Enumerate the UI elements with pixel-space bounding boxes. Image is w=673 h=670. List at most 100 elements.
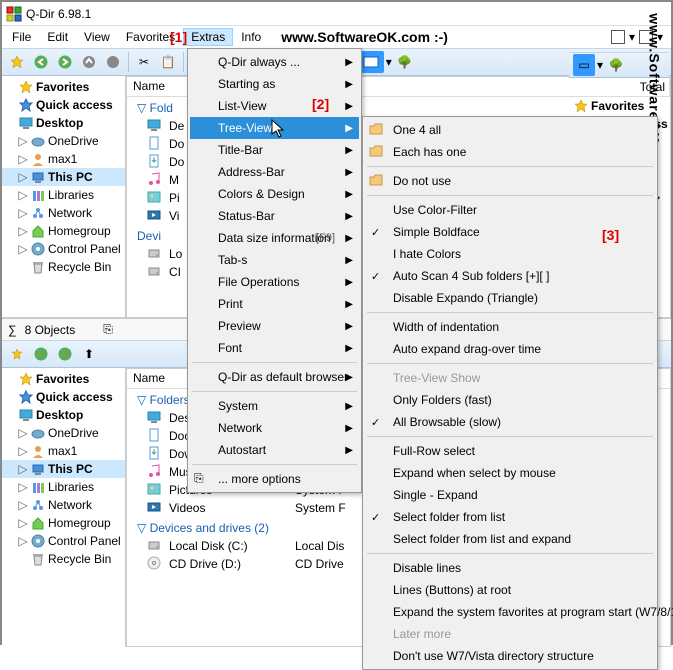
expand-icon[interactable]: ▷	[18, 462, 28, 476]
tree-item-favorites[interactable]: Favorites	[2, 78, 125, 96]
subitem-lines-buttons-at-root[interactable]: Lines (Buttons) at root	[365, 579, 655, 601]
submenu-arrow-icon: ▶	[345, 372, 353, 383]
up-button-2[interactable]: ⬆	[78, 343, 100, 365]
subitem-auto-scan-4-sub-folders-[interactable]: ✓Auto Scan 4 Sub folders [+][ ]	[365, 265, 655, 287]
subitem-expand-the-system-favorites-at[interactable]: Expand the system favorites at program s…	[365, 601, 655, 623]
tree-item-network[interactable]: ▷Network	[2, 204, 125, 222]
subitem-full-row-select[interactable]: Full-Row select	[365, 440, 655, 462]
expand-icon[interactable]: ▷	[18, 498, 28, 512]
subitem-expand-when-select-by-mouse[interactable]: Expand when select by mouse	[365, 462, 655, 484]
subitem-i-hate-colors[interactable]: I hate Colors	[365, 243, 655, 265]
expand-icon[interactable]: ▷	[18, 152, 28, 166]
back-button-2[interactable]	[30, 343, 52, 365]
menu-file[interactable]: File	[4, 28, 39, 46]
tree-item-recycle-bin[interactable]: Recycle Bin	[2, 258, 125, 276]
forward-button[interactable]	[54, 51, 76, 73]
subitem-disable-expando-triangle-[interactable]: Disable Expando (Triangle)	[365, 287, 655, 309]
expand-icon[interactable]: ▷	[18, 134, 28, 148]
expand-icon[interactable]: ▷	[18, 444, 28, 458]
check-icon: ✓	[371, 270, 380, 283]
tree-item-control-panel[interactable]: ▷Control Panel	[2, 240, 125, 258]
subitem-select-folder-from-list-and-ex[interactable]: Select folder from list and expand	[365, 528, 655, 550]
subitem-each-has-one[interactable]: Each has one	[365, 141, 655, 163]
tree-item-max1[interactable]: ▷max1	[2, 442, 125, 460]
menu-address-bar[interactable]: Address-Bar▶	[190, 161, 359, 183]
subitem-one-4-all[interactable]: One 4 all	[365, 119, 655, 141]
menu-status-bar[interactable]: Status-Bar▶	[190, 205, 359, 227]
view-mode-icon-r[interactable]: ▭	[573, 54, 595, 76]
back-button[interactable]	[30, 51, 52, 73]
subitem-disable-lines[interactable]: Disable lines	[365, 557, 655, 579]
expand-icon[interactable]: ▷	[18, 170, 28, 184]
tree-item-max1[interactable]: ▷max1	[2, 150, 125, 168]
tree-item-desktop[interactable]: Desktop	[2, 114, 125, 132]
subitem-auto-expand-drag-over-time[interactable]: Auto expand drag-over time	[365, 338, 655, 360]
status-icon[interactable]: ⎘	[103, 322, 113, 337]
menu-q-dir-always-[interactable]: Q-Dir always ...▶	[190, 51, 359, 73]
expand-icon[interactable]: ▷	[18, 242, 28, 256]
subitem-do-not-use[interactable]: Do not use	[365, 170, 655, 192]
tree-item-libraries[interactable]: ▷Libraries	[2, 186, 125, 204]
tree-item-recycle-bin[interactable]: Recycle Bin	[2, 550, 125, 568]
fav-star-icon-2[interactable]	[6, 343, 28, 365]
tree-item-control-panel[interactable]: ▷Control Panel	[2, 532, 125, 550]
menu-data-size-information[interactable]: Data size information[F9]▶	[190, 227, 359, 249]
subitem-all-browsable-slow-[interactable]: ✓All Browsable (slow)	[365, 411, 655, 433]
refresh-button[interactable]	[102, 51, 124, 73]
subitem-select-folder-from-list[interactable]: ✓Select folder from list	[365, 506, 655, 528]
menu--more-options[interactable]: ⎘... more options	[190, 468, 359, 490]
menu-view[interactable]: View	[76, 28, 118, 46]
subitem-width-of-indentation[interactable]: Width of indentation	[365, 316, 655, 338]
menu-colors-design[interactable]: Colors & Design▶	[190, 183, 359, 205]
subitem-only-folders-fast-[interactable]: Only Folders (fast)	[365, 389, 655, 411]
menu-info[interactable]: Info	[233, 28, 269, 46]
menu-q-dir-as-default-browser[interactable]: Q-Dir as default browser▶	[190, 366, 359, 388]
view-dropdown-icon[interactable]: ▾	[386, 55, 392, 69]
menu-file-operations[interactable]: File Operations▶	[190, 271, 359, 293]
copy-button[interactable]: 📋	[157, 51, 179, 73]
submenu-arrow-icon: ▶	[345, 57, 353, 68]
expand-icon[interactable]: ▷	[18, 480, 28, 494]
layout-grid-icon[interactable]	[611, 30, 625, 44]
bin-icon	[30, 259, 46, 275]
menu-tab-s[interactable]: Tab-s▶	[190, 249, 359, 271]
tree-item-quick-access[interactable]: Quick access	[2, 96, 125, 114]
menu-preview[interactable]: Preview▶	[190, 315, 359, 337]
expand-icon[interactable]: ▷	[18, 534, 28, 548]
menu-list-view[interactable]: List-View▶	[190, 95, 359, 117]
expand-icon[interactable]: ▷	[18, 206, 28, 220]
subitem-use-color-filter[interactable]: Use Color-Filter	[365, 199, 655, 221]
cursor-icon	[272, 120, 288, 143]
tree-item-homegroup[interactable]: ▷Homegroup	[2, 514, 125, 532]
tree-toggle-icon[interactable]: 🌳	[394, 51, 416, 73]
expand-icon[interactable]: ▷	[18, 516, 28, 530]
tree-item-libraries[interactable]: ▷Libraries	[2, 478, 125, 496]
forward-button-2[interactable]	[54, 343, 76, 365]
menu-starting-as[interactable]: Starting as▶	[190, 73, 359, 95]
cut-button[interactable]: ✂	[133, 51, 155, 73]
tree-item-homegroup[interactable]: ▷Homegroup	[2, 222, 125, 240]
menu-font[interactable]: Font▶	[190, 337, 359, 359]
menu-system[interactable]: System▶	[190, 395, 359, 417]
tree-item-this-pc[interactable]: ▷This PC	[2, 168, 125, 186]
layout-dropdown-icon[interactable]: ▾	[629, 30, 635, 44]
menu-autostart[interactable]: Autostart▶	[190, 439, 359, 461]
tree-item-desktop[interactable]: Desktop	[2, 406, 125, 424]
tree-item-onedrive[interactable]: ▷OneDrive	[2, 424, 125, 442]
expand-icon[interactable]: ▷	[18, 224, 28, 238]
tree-item-network[interactable]: ▷Network	[2, 496, 125, 514]
menu-extras[interactable]: Extras	[183, 28, 233, 46]
tree-item-this-pc[interactable]: ▷This PC	[2, 460, 125, 478]
up-button[interactable]	[78, 51, 100, 73]
subitem-don-t-use-w7-vista-directory-s[interactable]: Don't use W7/Vista directory structure	[365, 645, 655, 667]
expand-icon[interactable]: ▷	[18, 426, 28, 440]
fav-star-icon[interactable]	[6, 51, 28, 73]
subitem-single-expand[interactable]: Single - Expand	[365, 484, 655, 506]
tree-item-quick-access[interactable]: Quick access	[2, 388, 125, 406]
tree-item-favorites[interactable]: Favorites	[2, 370, 125, 388]
menu-edit[interactable]: Edit	[39, 28, 76, 46]
menu-print[interactable]: Print▶	[190, 293, 359, 315]
expand-icon[interactable]: ▷	[18, 188, 28, 202]
menu-network[interactable]: Network▶	[190, 417, 359, 439]
tree-item-onedrive[interactable]: ▷OneDrive	[2, 132, 125, 150]
